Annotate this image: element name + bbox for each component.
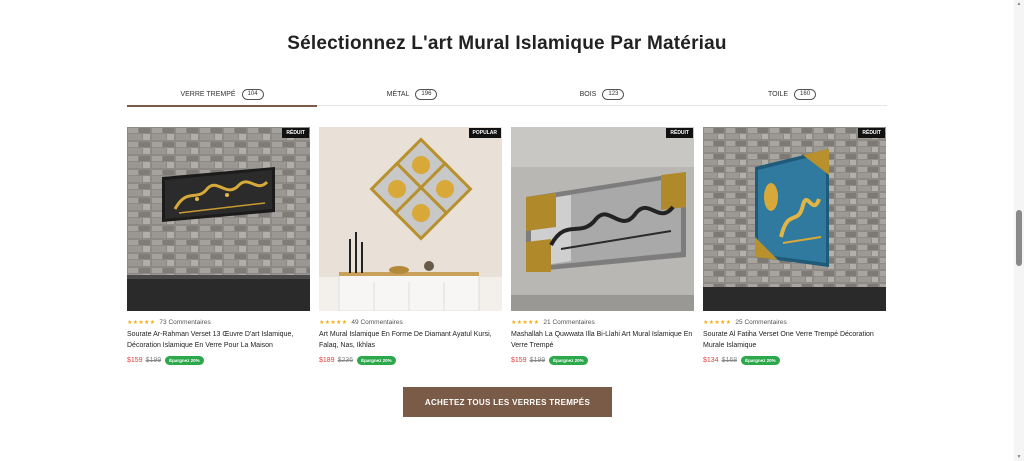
product-title[interactable]: Art Mural Islamique En Forme De Diamant … bbox=[319, 330, 502, 352]
tab-verre-trempe[interactable]: VERRE TREMPÉ 104 bbox=[127, 84, 317, 107]
section-title: Sélectionnez L'art Mural Islamique Par M… bbox=[287, 33, 727, 54]
product-badge: RÉDUIT bbox=[858, 128, 885, 138]
rating: ★★★★★ 73 Commentaires bbox=[127, 318, 310, 326]
scrollbar-thumb[interactable] bbox=[1016, 210, 1022, 266]
star-rating-icon: ★★★★★ bbox=[511, 319, 540, 326]
tab-label: TOILE bbox=[767, 91, 789, 98]
review-count[interactable]: 49 Commentaires bbox=[351, 319, 402, 326]
sale-price: $159 bbox=[511, 357, 527, 364]
scroll-down-icon[interactable]: ▼ bbox=[1016, 454, 1022, 460]
price-row: $189 $236 Épargnez 20% bbox=[319, 356, 502, 365]
tab-toile[interactable]: TOILE 160 bbox=[697, 84, 887, 105]
review-count[interactable]: 25 Commentaires bbox=[735, 319, 786, 326]
tab-bois[interactable]: BOIS 123 bbox=[507, 84, 697, 105]
tab-label: BOIS bbox=[579, 91, 597, 98]
product-title[interactable]: Sourate Ar-Rahman Verset 13 Œuvre D'art … bbox=[127, 330, 310, 352]
discount-badge: Épargnez 20% bbox=[357, 356, 396, 365]
tab-count-badge: 123 bbox=[602, 89, 625, 100]
sale-price: $159 bbox=[127, 357, 143, 364]
tab-count-badge: 196 bbox=[415, 89, 438, 100]
price-row: $134 $168 Épargnez 20% bbox=[703, 356, 886, 365]
discount-badge: Épargnez 20% bbox=[741, 356, 780, 365]
tab-count-badge: 160 bbox=[794, 89, 817, 100]
tab-metal[interactable]: MÉTAL 196 bbox=[317, 84, 507, 105]
star-rating-icon: ★★★★★ bbox=[127, 319, 156, 326]
tab-count-badge: 104 bbox=[241, 89, 264, 100]
product-badge: POPULAR bbox=[468, 128, 501, 138]
discount-badge: Épargnez 20% bbox=[549, 356, 588, 365]
rating: ★★★★★ 25 Commentaires bbox=[703, 318, 886, 326]
price-row: $159 $199 Épargnez 20% bbox=[127, 356, 310, 365]
product-title[interactable]: Sourate Al Fatiha Verset One Verre Tremp… bbox=[703, 330, 886, 352]
product-card[interactable]: RÉDUIT ★★★★★ 25 Commentaires Sourate Al … bbox=[703, 127, 886, 365]
material-tabs: VERRE TREMPÉ 104 MÉTAL 196 BOIS 123 TOIL… bbox=[127, 84, 887, 107]
product-image[interactable]: RÉDUIT bbox=[703, 127, 886, 311]
scrollbar[interactable]: ▲ ▼ bbox=[1014, 0, 1024, 461]
tab-label: MÉTAL bbox=[386, 91, 410, 98]
product-card[interactable]: RÉDUIT ★★★★★ 21 Commentaires Mashallah L… bbox=[511, 127, 694, 365]
star-rating-icon: ★★★★★ bbox=[319, 319, 348, 326]
tab-label: VERRE TREMPÉ bbox=[180, 91, 236, 98]
product-card[interactable]: POPULAR ★★★★★ 49 Commentaires Art Mural … bbox=[319, 127, 502, 365]
price-row: $159 $199 Épargnez 20% bbox=[511, 356, 694, 365]
review-count[interactable]: 21 Commentaires bbox=[543, 319, 594, 326]
product-image[interactable]: POPULAR bbox=[319, 127, 502, 311]
original-price: $236 bbox=[337, 357, 354, 364]
product-grid: RÉDUIT ★★★★★ 73 Commentaires Sourate Ar-… bbox=[127, 127, 887, 365]
product-title[interactable]: Mashallah La Quwwata Illa Bi-Llahi Art M… bbox=[511, 330, 694, 352]
rating: ★★★★★ 49 Commentaires bbox=[319, 318, 502, 326]
original-price: $199 bbox=[145, 357, 162, 364]
product-badge: RÉDUIT bbox=[666, 128, 693, 138]
discount-badge: Épargnez 20% bbox=[165, 356, 204, 365]
sale-price: $134 bbox=[703, 357, 719, 364]
scroll-up-icon[interactable]: ▲ bbox=[1016, 1, 1022, 7]
star-rating-icon: ★★★★★ bbox=[703, 319, 732, 326]
original-price: $168 bbox=[721, 357, 738, 364]
product-image[interactable]: RÉDUIT bbox=[127, 127, 310, 311]
review-count[interactable]: 73 Commentaires bbox=[159, 319, 210, 326]
shop-all-button[interactable]: ACHETEZ TOUS LES VERRES TREMPÉS bbox=[403, 387, 612, 417]
product-badge: RÉDUIT bbox=[282, 128, 309, 138]
product-card[interactable]: RÉDUIT ★★★★★ 73 Commentaires Sourate Ar-… bbox=[127, 127, 310, 365]
sale-price: $189 bbox=[319, 357, 335, 364]
original-price: $199 bbox=[529, 357, 546, 364]
product-image[interactable]: RÉDUIT bbox=[511, 127, 694, 311]
rating: ★★★★★ 21 Commentaires bbox=[511, 318, 694, 326]
